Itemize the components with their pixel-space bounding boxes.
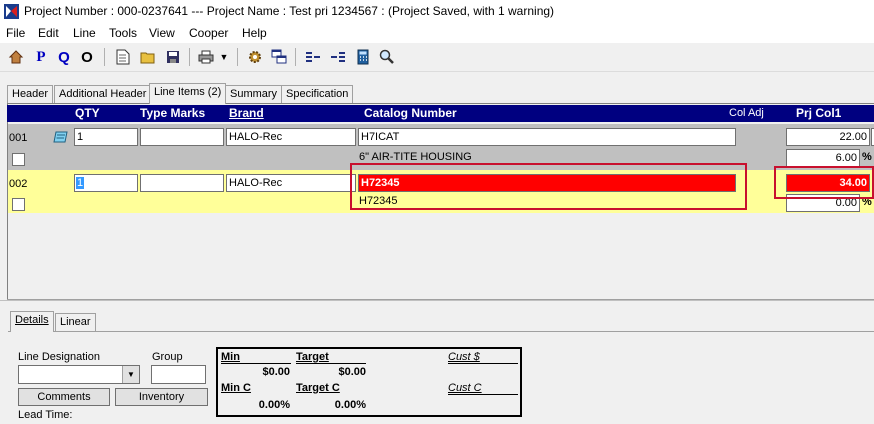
line-number: 002 [9,178,28,190]
o-button[interactable]: O [78,48,96,66]
menu-cooper[interactable]: Cooper [189,26,228,40]
toolbar: P Q O ▼ [0,43,874,72]
cust-dollar-label: Cust $ [448,351,480,363]
line-designation-select[interactable]: ▼ [18,365,140,384]
underline [296,363,366,364]
column-header-catalog-number[interactable]: Catalog Number [364,106,457,120]
group-label: Group [152,351,183,363]
column-header-brand[interactable]: Brand [229,106,264,120]
split-line-icon[interactable] [304,48,322,66]
note-icon[interactable] [53,130,69,147]
search-icon[interactable] [378,48,396,66]
line-designation-label: Line Designation [18,351,100,363]
underline [221,363,291,364]
title-bar: Project Number : 000-0237641 --- Project… [0,0,874,24]
type-marks-field[interactable] [140,128,224,146]
menu-file[interactable]: File [6,26,25,40]
merge-line-icon[interactable] [329,48,347,66]
qty-field[interactable]: 1 [74,174,138,192]
tab-details-label: Details [15,314,49,326]
menu-edit[interactable]: Edit [38,26,59,40]
home-icon[interactable] [7,48,25,66]
p-button[interactable]: P [32,48,50,66]
divider [8,331,874,332]
menu-view[interactable]: View [149,26,175,40]
column-header-col-adj[interactable]: Col Adj [729,107,764,119]
gear-icon[interactable] [246,48,264,66]
new-document-icon[interactable] [114,48,132,66]
min-c-label: Min C [221,382,251,394]
menu-tools[interactable]: Tools [109,26,137,40]
toolbar-separator [189,48,190,66]
toolbar-separator [295,48,296,66]
tab-details[interactable]: Details [10,311,54,332]
inventory-button[interactable]: Inventory [115,388,208,406]
tab-linear[interactable]: Linear [55,313,96,331]
group-input[interactable] [151,365,206,384]
row-checkbox[interactable] [12,153,25,166]
q-button[interactable]: Q [55,48,73,66]
column-header-prj-col1[interactable]: Prj Col1 [796,106,841,120]
tab-additional-header[interactable]: Additional Header [54,85,152,103]
app-logo-icon [4,4,19,19]
min-c-value: 0.00% [258,399,290,411]
tab-summary[interactable]: Summary [225,85,283,103]
column-header-type-marks[interactable]: Type Marks [140,106,205,120]
brand-field[interactable]: HALO-Rec [226,128,356,146]
price-field[interactable]: 22.00 [786,128,870,146]
tab-line-items[interactable]: Line Items (2) [149,83,227,104]
cost-summary-box: Min Target Cust $ $0.00 $0.00 Min C Targ… [216,347,522,417]
menu-line[interactable]: Line [73,26,96,40]
underline [448,363,518,364]
underline [448,394,518,395]
description-text: 6" AIR-TITE HOUSING [359,151,472,163]
calculator-icon[interactable] [354,48,372,66]
min-label: Min [221,351,240,363]
target-c-value: 0.00% [334,399,366,411]
toolbar-separator [237,48,238,66]
menu-bar: File Edit Line Tools View Cooper Help [0,24,874,43]
print-dropdown-icon[interactable]: ▼ [218,48,230,66]
tab-specification[interactable]: Specification [281,85,354,103]
print-icon[interactable] [197,48,215,66]
window-title: Project Number : 000-0237641 --- Project… [24,4,555,18]
grid-header: QTY Type Marks Brand Catalog Number Col … [7,105,874,122]
row-checkbox[interactable] [12,198,25,211]
highlight-box-catalog [350,163,747,210]
chevron-down-icon[interactable]: ▼ [122,366,139,383]
type-marks-field[interactable] [140,174,224,192]
menu-help[interactable]: Help [242,26,267,40]
toolbar-separator [104,48,105,66]
lead-time-label: Lead Time: [18,409,73,421]
column-header-qty[interactable]: QTY [75,106,100,120]
open-folder-icon[interactable] [139,48,157,66]
comments-button[interactable]: Comments [18,388,110,406]
highlight-box-price [774,166,874,199]
save-icon[interactable] [164,48,182,66]
percent-sign: % [862,151,872,163]
windows-icon[interactable] [270,48,288,66]
target-value: $0.00 [338,366,366,378]
line-number: 001 [9,132,28,144]
qty-selected-text: 1 [76,177,85,189]
catalog-number-field[interactable]: H7ICAT [358,128,736,146]
cust-c-label: Cust C [448,382,482,394]
percent-field[interactable]: 6.00 [786,149,860,167]
target-c-label: Target C [296,382,340,394]
tab-header[interactable]: Header [7,85,54,103]
brand-field[interactable]: HALO-Rec [226,174,356,192]
min-value: $0.00 [262,366,290,378]
qty-field[interactable]: 1 [74,128,138,146]
target-label: Target [296,351,329,363]
